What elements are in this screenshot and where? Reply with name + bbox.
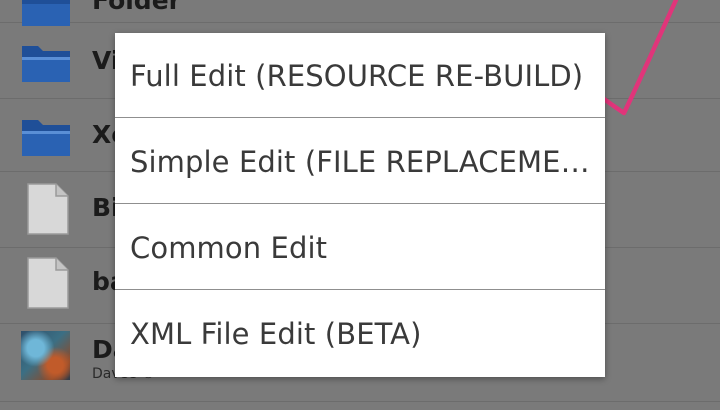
item-label: Simple Edit (FILE REPLACEMENT) [130, 145, 602, 179]
folder-icon [20, 42, 72, 88]
item-label: Common Edit [130, 231, 328, 265]
file-row[interactable]: Folder [0, 0, 720, 26]
file-icon [27, 183, 69, 239]
dialog-item-simple-edit[interactable]: Simple Edit (FILE REPLACEMENT) [115, 119, 605, 204]
edit-mode-dialog: Full Edit (RESOURCE RE-BUILD) Simple Edi… [115, 33, 605, 377]
folder-icon [20, 116, 72, 162]
dialog-item-xml-edit[interactable]: XML File Edit (BETA) [115, 291, 605, 376]
file-icon [27, 257, 69, 313]
item-label: Full Edit (RESOURCE RE-BUILD) [130, 59, 584, 93]
item-label: XML File Edit (BETA) [130, 317, 422, 351]
dialog-item-full-edit[interactable]: Full Edit (RESOURCE RE-BUILD) [115, 33, 605, 118]
dialog-item-common-edit[interactable]: Common Edit [115, 205, 605, 290]
file-name: Folder [92, 0, 181, 15]
image-thumbnail [21, 331, 70, 380]
